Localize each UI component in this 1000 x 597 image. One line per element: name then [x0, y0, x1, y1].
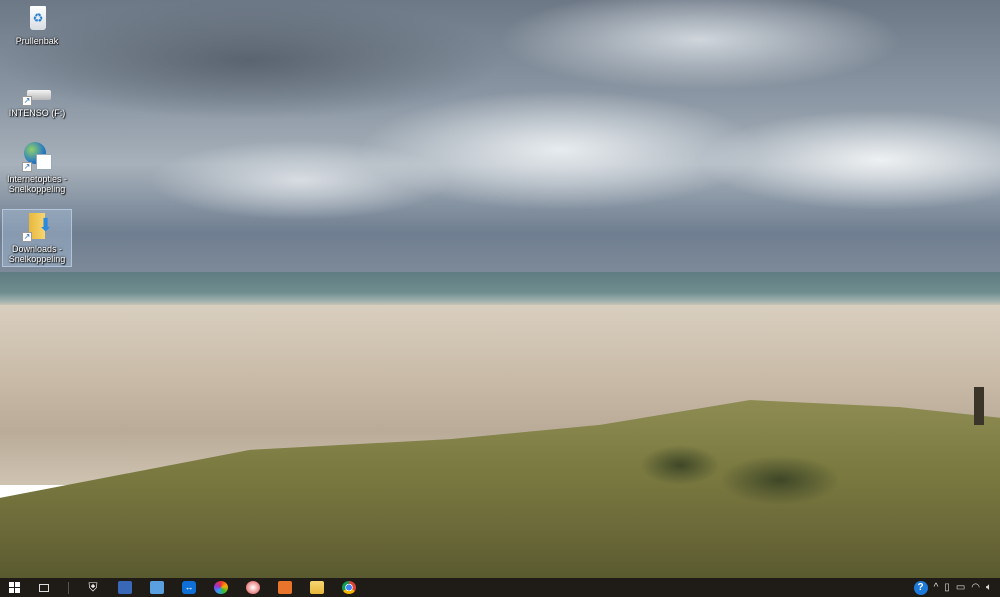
system-tray: ? ^ ▯ ▭ ◠ 🔈︎	[913, 578, 1000, 597]
downloads-folder-icon: ⬇ ↗	[22, 213, 54, 242]
start-button[interactable]	[0, 578, 28, 597]
desktop-icon-downloads[interactable]: ⬇ ↗ Downloads - Snelkoppeling	[2, 209, 72, 267]
chrome-icon	[342, 581, 356, 594]
divider	[68, 581, 69, 594]
taskbar-file-explorer[interactable]	[301, 578, 333, 597]
file-explorer-icon	[310, 581, 324, 594]
windows-defender-icon: ⛨	[88, 580, 98, 594]
recycle-bin-icon: ♻	[22, 4, 52, 34]
start-icon	[8, 582, 20, 593]
usb-icon[interactable]: ▯	[944, 582, 950, 593]
desktop-icon-intenso-drive[interactable]: ↗ INTENSO (F:)	[2, 82, 72, 118]
battery-icon[interactable]: ▭	[956, 582, 965, 593]
taskbar: ⛨ ↔ ? ^ ▯ ▭ ◠ 🔈︎	[0, 578, 1000, 597]
volume-icon[interactable]: 🔈︎	[986, 582, 992, 593]
drive-icon: ↗	[22, 84, 52, 106]
help-icon[interactable]: ?	[913, 580, 928, 595]
icon-label: Downloads - Snelkoppeling	[8, 244, 66, 264]
teamviewer-icon: ↔	[182, 581, 196, 594]
desktop: ♻ Prullenbak ↗ INTENSO (F:) ↗ Internetop…	[0, 0, 1000, 578]
control-panel-icon	[150, 581, 164, 594]
taskbar-media-player[interactable]	[269, 578, 301, 597]
task-view-button[interactable]	[28, 578, 60, 597]
icon-label: Internetopties - Snelkoppeling	[6, 174, 68, 194]
icon-label: Prullenbak	[15, 36, 59, 46]
paint-icon	[246, 581, 260, 594]
taskbar-paint[interactable]	[237, 578, 269, 597]
desktop-icon-recycle-bin[interactable]: ♻ Prullenbak	[2, 2, 72, 48]
wallpaper-sea	[0, 272, 1000, 306]
picasa-icon	[214, 581, 228, 594]
internet-options-icon: ↗	[22, 142, 52, 172]
wallpaper-sky	[0, 0, 1000, 274]
taskbar-windows-defender[interactable]: ⛨	[77, 578, 109, 597]
task-view-icon	[39, 583, 49, 592]
icon-label: INTENSO (F:)	[8, 108, 66, 118]
taskbar-picasa[interactable]	[205, 578, 237, 597]
taskbar-teamviewer[interactable]: ↔	[173, 578, 205, 597]
taskbar-chrome[interactable]	[333, 578, 365, 597]
word-icon	[118, 581, 132, 594]
media-player-icon	[278, 581, 292, 594]
desktop-icon-internetopties[interactable]: ↗ Internetopties - Snelkoppeling	[2, 140, 72, 198]
taskbar-word[interactable]	[109, 578, 141, 597]
wifi-icon[interactable]: ◠	[971, 582, 980, 593]
chevron-up-icon[interactable]: ^	[934, 582, 939, 593]
wallpaper-post	[974, 387, 984, 425]
taskbar-control-panel[interactable]	[141, 578, 173, 597]
